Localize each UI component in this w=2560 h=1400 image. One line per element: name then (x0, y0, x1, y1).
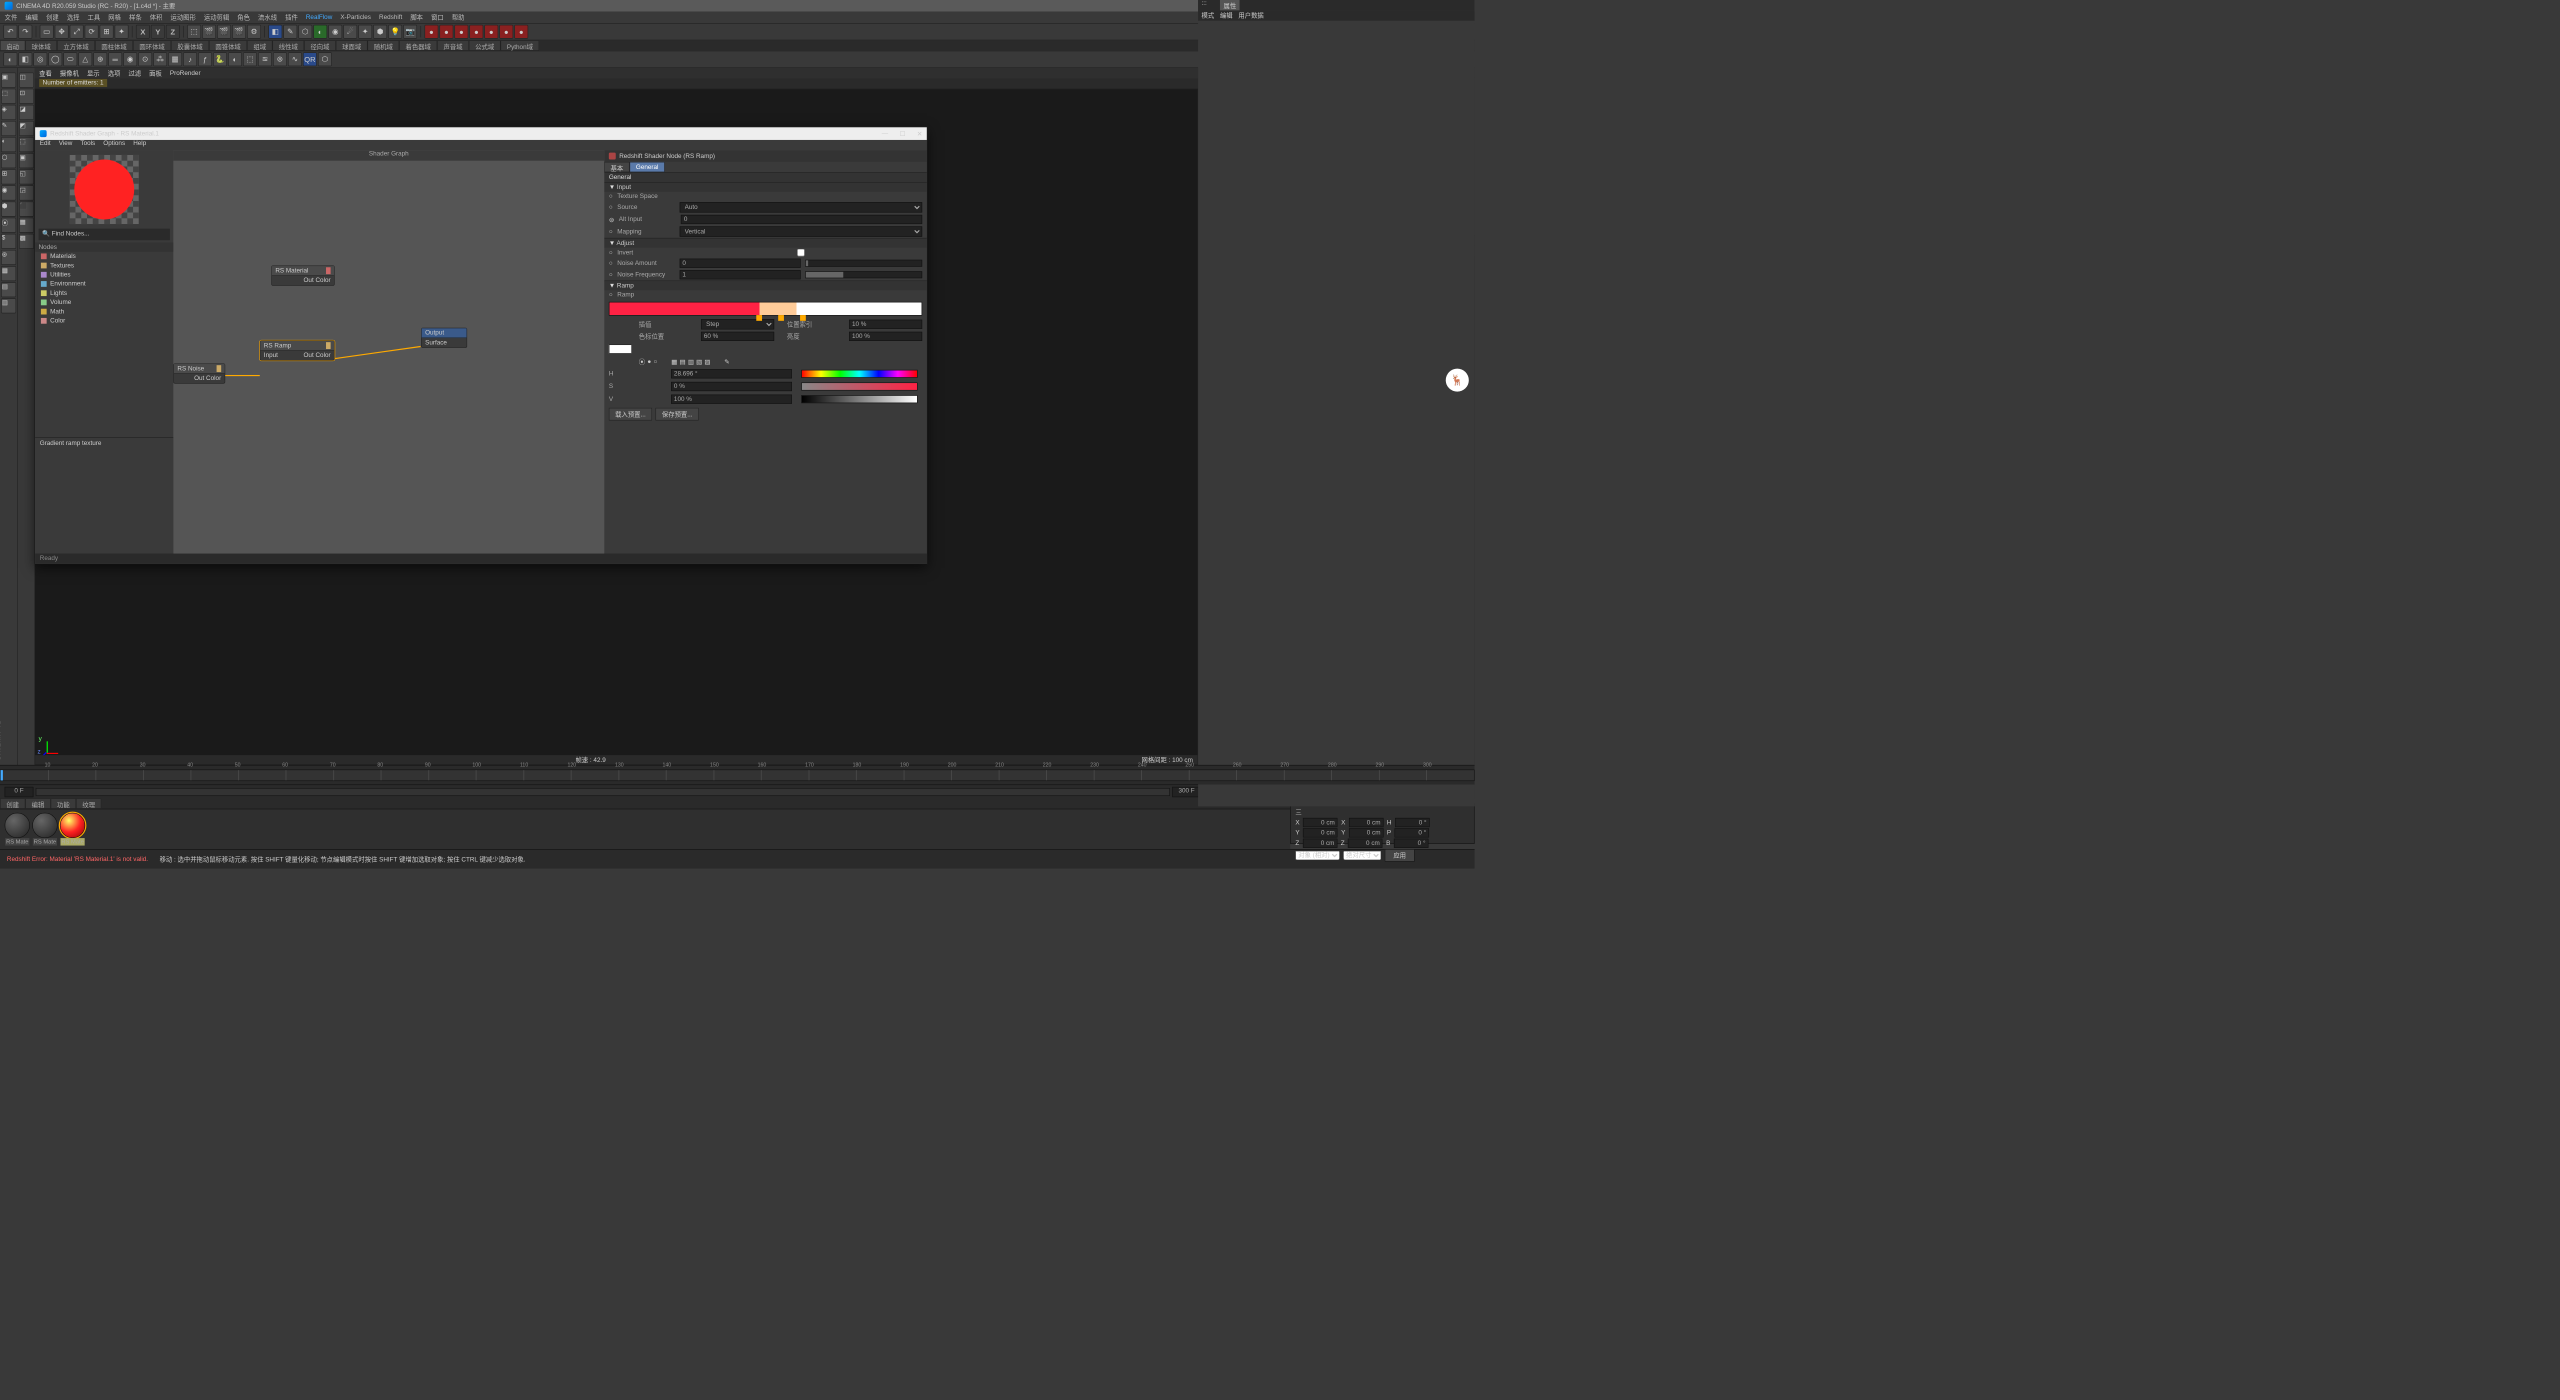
wire (335, 346, 421, 359)
sat-field[interactable] (671, 382, 792, 391)
light-icon: 💡 (388, 25, 402, 39)
hue-slider[interactable] (801, 370, 917, 378)
node-output: Output Surface (421, 328, 467, 348)
error-message: Redshift Error: Material 'RS Material.1'… (7, 856, 148, 863)
left-toolbar[interactable]: ▣⬚◈✎◐⬡⊞◉⬢⦿$⊛▦▤▥ (0, 68, 17, 765)
left-toolbar-2[interactable]: ◫⊡◪◩⬚▣◱◲⬛▦▩ (17, 68, 34, 765)
node-type-icon (609, 153, 616, 160)
node-category[interactable]: Materials (35, 252, 173, 261)
load-preset-button[interactable]: 载入预置... (609, 408, 652, 421)
app-title: CINEMA 4D R20.059 Studio (RC - R20) - [1… (16, 1, 175, 10)
noisefreq-slider[interactable] (805, 271, 922, 278)
node-category[interactable]: Color (35, 316, 173, 325)
x-axis-icon: X (136, 25, 150, 39)
sg-titlebar: Redshift Shader Graph - RS Material.1 —☐… (35, 127, 927, 140)
color-swatch[interactable] (609, 344, 632, 353)
viewport-menu[interactable]: 查看摄像机显示选项过滤面板ProRender (35, 68, 1199, 78)
rs-icon: ● (425, 25, 439, 39)
shader-canvas[interactable]: Shader Graph RS Material Out Color RS Ra… (173, 150, 604, 553)
find-nodes-input[interactable]: 🔍 Find Nodes... (39, 229, 170, 241)
app-logo (5, 2, 13, 10)
node-rs-ramp: RS Ramp InputOut Color (260, 340, 335, 360)
node-category[interactable]: Utilities (35, 270, 173, 279)
invert-checkbox[interactable] (679, 249, 922, 256)
scale-icon: ⤢ (70, 25, 84, 39)
sat-slider[interactable] (801, 382, 917, 390)
rotate-icon: ⟳ (85, 25, 99, 39)
ramp-stop-icon (800, 315, 806, 321)
save-preset-button[interactable]: 保存预置... (656, 408, 699, 421)
noiseamt-field[interactable] (679, 259, 800, 268)
mapping-dropdown[interactable]: Vertical (679, 226, 922, 236)
shader-graph-window[interactable]: Redshift Shader Graph - RS Material.1 —☐… (35, 127, 928, 565)
floating-badge-icon[interactable]: 🦌 (1446, 369, 1469, 392)
z-axis-icon: Z (166, 25, 180, 39)
emitter-info: Number of emitters: 1 (35, 78, 1199, 88)
tab-basic: 基本 (604, 162, 629, 172)
maximize-icon[interactable]: ☐ (900, 130, 906, 137)
source-dropdown[interactable]: Auto (679, 202, 922, 212)
node-category[interactable]: Environment (35, 279, 173, 288)
shader-node-properties: Redshift Shader Node (RS Ramp) 基本General… (604, 150, 927, 553)
node-category[interactable]: Lights (35, 289, 173, 298)
timeline[interactable]: 0102030405060708090100110120130140150160… (0, 765, 1475, 785)
coordinates-panel[interactable]: 三 XXHYYPZZB 对象 (相对)绝对尺寸应用 (1290, 804, 1474, 844)
node-category[interactable]: Textures (35, 261, 173, 270)
node-rs-noise: RS Noise Out Color (173, 363, 225, 383)
node-category[interactable]: Math (35, 307, 173, 316)
material-manager[interactable]: RS Mate RS Mate RS Mate (0, 809, 1290, 849)
node-category[interactable]: Volume (35, 298, 173, 307)
eyedropper-icon[interactable]: ✎ (724, 358, 729, 365)
undo-icon: ↶ (3, 25, 17, 39)
sg-status: Ready (35, 554, 927, 564)
node-description: Gradient ramp texture (35, 437, 173, 554)
redo-icon: ↷ (18, 25, 32, 39)
attributes-tabs[interactable]: ::: 属性 (1198, 0, 1474, 10)
sg-menu[interactable]: EditViewToolsOptionsHelp (35, 140, 927, 150)
altinput-field[interactable] (681, 215, 922, 224)
render-icon: 🎬 (202, 25, 216, 39)
tab-general: General (630, 162, 665, 172)
interp-dropdown[interactable]: Step (701, 319, 774, 329)
cube-icon: ◧ (268, 25, 282, 39)
ramp-stop-icon (756, 315, 762, 321)
val-field[interactable] (671, 395, 792, 404)
move-icon: ✥ (55, 25, 69, 39)
wire (225, 375, 260, 376)
noiseamt-slider[interactable] (805, 260, 922, 267)
apply-button: 应用 (1385, 849, 1415, 862)
status-bar: Redshift Error: Material 'RS Material.1'… (0, 849, 1475, 869)
camera-icon: 📷 (403, 25, 417, 39)
material-ball-selected (60, 813, 85, 838)
val-slider[interactable] (801, 395, 917, 403)
minimize-icon[interactable]: — (882, 130, 888, 137)
node-rs-material: RS Material Out Color (271, 266, 334, 286)
material-preview (70, 155, 139, 224)
sidebar-branding: CINEMA 4D (0, 719, 2, 760)
axis-gizmo: x y z (47, 730, 70, 753)
coord-mode-2: 绝对尺寸 (1343, 851, 1381, 860)
material-ball (5, 813, 30, 838)
ramp-stop-icon (778, 315, 784, 321)
coord-mode-1: 对象 (相对) (1295, 851, 1339, 860)
y-axis-icon: Y (151, 25, 165, 39)
ramp-gradient[interactable] (609, 302, 922, 316)
select-icon: ▭ (40, 25, 54, 39)
noisefreq-field[interactable] (679, 270, 800, 279)
timeline-ruler: 0102030405060708090100110120130140150160… (0, 769, 1475, 781)
model-mode-icon: ▣ (1, 73, 16, 88)
material-ball (32, 813, 57, 838)
close-icon[interactable]: ✕ (917, 130, 922, 137)
hue-field[interactable] (671, 369, 792, 378)
material-tabs[interactable]: 创建编辑功能纹理 (0, 798, 1290, 808)
